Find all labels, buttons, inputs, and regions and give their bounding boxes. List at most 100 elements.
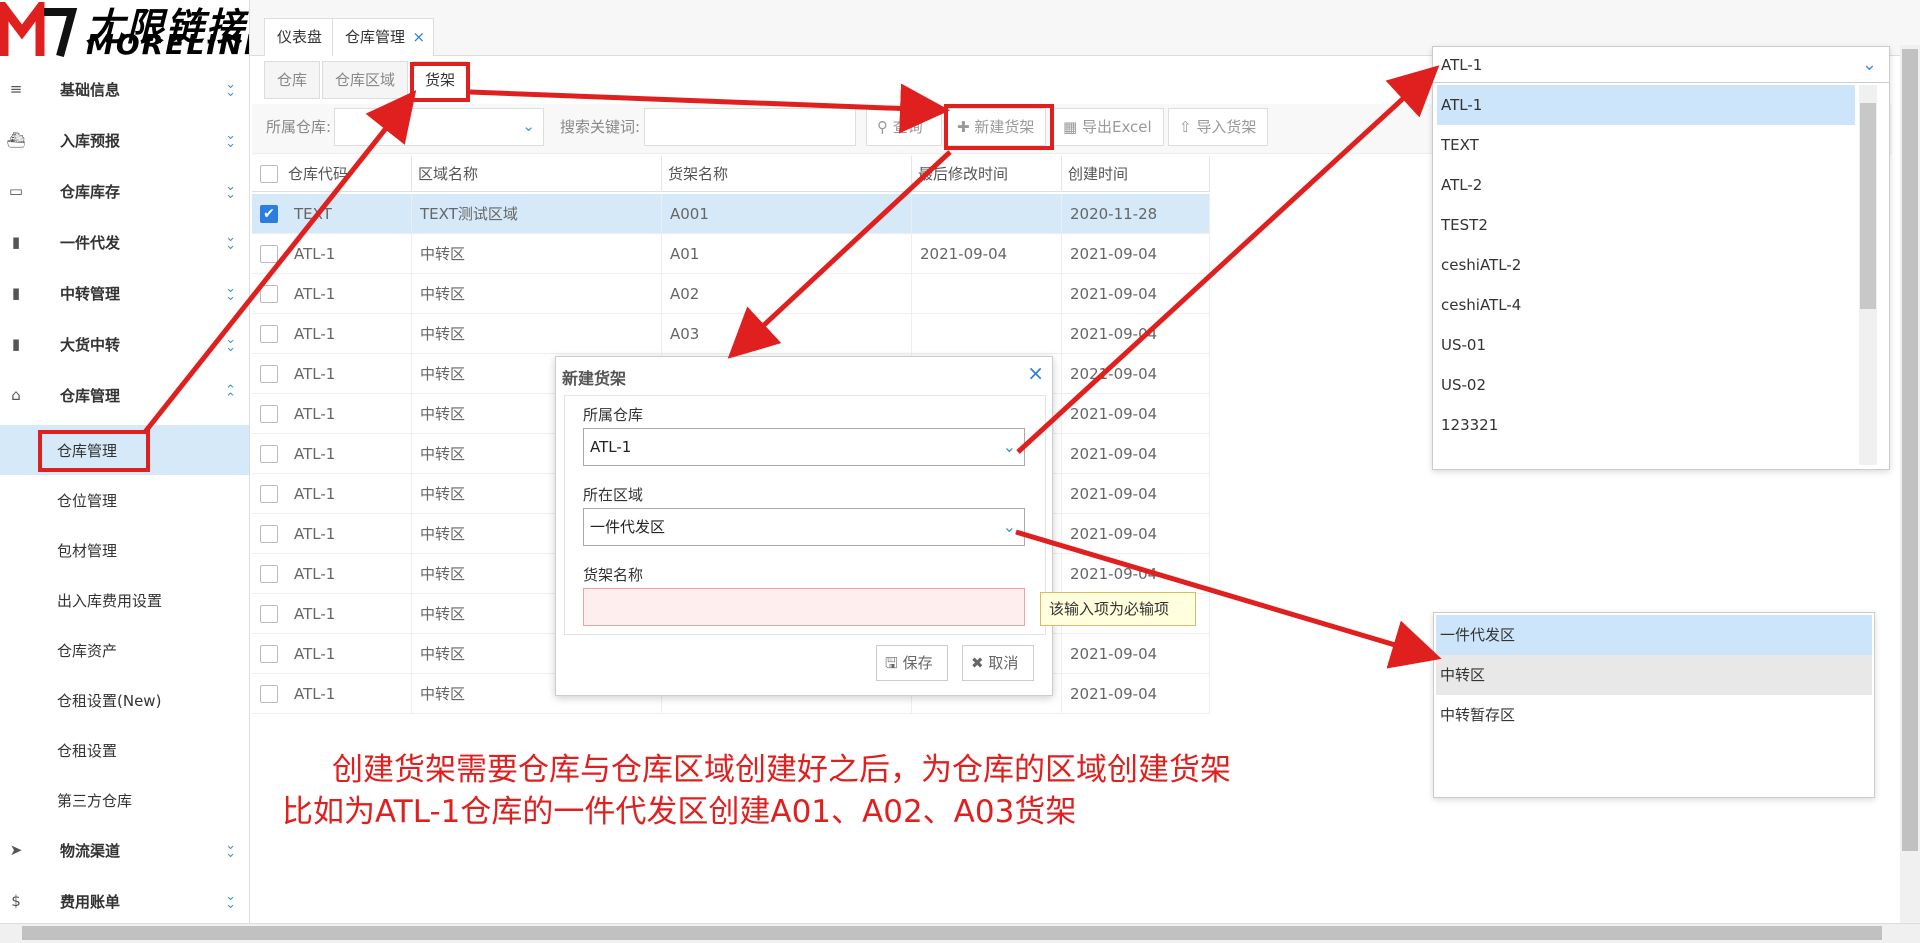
save-button[interactable]: 🖫 保存 xyxy=(876,645,948,681)
table-cell: 中转区 xyxy=(412,274,662,314)
sub-menu-item-6[interactable]: 仓租设置 xyxy=(0,725,249,775)
table-cell: 2021-09-04 xyxy=(1062,634,1210,674)
table-cell: ATL-1 xyxy=(286,514,412,554)
upload-icon: ⇧ xyxy=(1179,118,1192,136)
table-row[interactable]: ATL-1 中转区 A01 2021-09-04 2021-09-04 xyxy=(252,234,1210,274)
menu-item-5[interactable]: ▮ 大货中转 ⌄ ⌄ xyxy=(0,319,249,369)
sub-menu-item-1[interactable]: 仓位管理 xyxy=(0,475,249,525)
row-checkbox[interactable] xyxy=(260,365,278,383)
menu-item-1[interactable]: ⛴ 入库预报 ⌄ ⌄ xyxy=(0,115,249,165)
query-button[interactable]: ⚲ 查询 xyxy=(866,108,942,146)
row-checkbox[interactable] xyxy=(260,525,278,543)
table-row[interactable]: ✔ TEXT TEXT测试区域 A001 2020-11-28 xyxy=(252,194,1210,234)
row-checkbox[interactable] xyxy=(260,445,278,463)
dropdown-scrollbar[interactable] xyxy=(1859,85,1877,465)
chevron-icon: ⌄ ⌄ xyxy=(225,838,236,861)
ship-icon: ⛴ xyxy=(6,131,26,149)
menu-item-0[interactable]: ≡ 基础信息 ⌄ ⌄ xyxy=(0,64,249,114)
sub-menu-item-2[interactable]: 包材管理 xyxy=(0,525,249,575)
table-cell: 2020-11-28 xyxy=(1062,194,1210,234)
area-select[interactable]: 一件代发区 ⌄ xyxy=(583,508,1025,546)
row-checkbox[interactable] xyxy=(260,565,278,583)
truck-icon: ▮ xyxy=(11,284,21,302)
tab-dashboard[interactable]: 仪表盘 xyxy=(264,18,336,56)
warehouse-select[interactable]: ATL-1 ⌄ xyxy=(583,428,1025,466)
annotation-area: 创建货架需要仓库与仓库区域创建好之后，为仓库的区域创建货架 比如为ATL-1仓库… xyxy=(252,714,1398,908)
row-checkbox[interactable] xyxy=(260,485,278,503)
dropdown-scroll-thumb[interactable] xyxy=(1860,103,1876,309)
truck-icon: ▮ xyxy=(11,335,21,353)
row-checkbox[interactable] xyxy=(260,605,278,623)
required-tooltip: 该输入项为必输项 xyxy=(1040,592,1196,626)
row-checkbox[interactable] xyxy=(260,405,278,423)
table-cell: A03 xyxy=(662,314,912,354)
warehouse-option[interactable]: ATL-1 xyxy=(1437,85,1855,125)
warehouse-option[interactable]: 123321 xyxy=(1437,405,1855,445)
row-checkbox[interactable] xyxy=(260,645,278,663)
row-checkbox[interactable]: ✔ xyxy=(260,205,278,223)
menu-item-2[interactable]: ▭ 仓库库存 ⌄ ⌄ xyxy=(0,166,249,216)
header-shelf-name[interactable]: 货架名称 xyxy=(662,156,912,192)
export-label: 导出Excel xyxy=(1081,118,1152,136)
vertical-scrollbar[interactable] xyxy=(1900,45,1920,923)
chevron-icon: ⌃ ⌃ xyxy=(225,383,236,406)
sub-menu-item-7[interactable]: 第三方仓库 xyxy=(0,775,249,825)
warehouse-option[interactable]: US-02 xyxy=(1437,365,1855,405)
menu-item-4[interactable]: ▮ 中转管理 ⌄ ⌄ xyxy=(0,268,249,318)
dialog-close-icon[interactable]: × xyxy=(1027,361,1044,385)
warehouse-option[interactable]: ATL-2 xyxy=(1437,165,1855,205)
menu-item-6[interactable]: ⌂ 仓库管理 ⌃ ⌃ xyxy=(0,370,249,420)
area-option[interactable]: 中转暂存区 xyxy=(1436,695,1872,735)
warehouse-option[interactable]: ceshiATL-2 xyxy=(1437,245,1855,285)
chevron-down-icon: ⌄ xyxy=(1002,517,1016,536)
header-created-time[interactable]: 创建时间 xyxy=(1062,156,1210,192)
chevron-down-icon: ⌄ xyxy=(1861,54,1877,75)
warehouse-option[interactable]: ceshiATL-4 xyxy=(1437,285,1855,325)
table-cell: 2021-09-04 xyxy=(1062,394,1210,434)
brand-logo: 尢限链接 MORELINK xyxy=(0,0,249,61)
warehouse-dropdown-selected[interactable]: ATL-1 ⌄ xyxy=(1433,47,1889,83)
sub-menu-item-5[interactable]: 仓租设置(New) xyxy=(0,675,249,725)
warehouse-filter-select[interactable]: ⌄ xyxy=(334,108,544,146)
horizontal-scrollbar[interactable] xyxy=(0,923,1920,943)
dialog-title: 新建货架 xyxy=(562,369,627,388)
tab-warehouse[interactable]: 仓库管理 × xyxy=(332,18,435,56)
warehouse-option[interactable]: TEST2 xyxy=(1437,205,1855,245)
warehouse-option[interactable]: US-01 xyxy=(1437,325,1855,365)
warehouse-option[interactable]: TEXT xyxy=(1437,125,1855,165)
shelf-name-input[interactable] xyxy=(583,588,1025,626)
export-excel-button[interactable]: ▦ 导出Excel xyxy=(1052,108,1164,146)
table-cell: A001 xyxy=(662,194,912,234)
table-cell: TEXT xyxy=(286,194,412,234)
horizontal-scroll-thumb[interactable] xyxy=(22,926,1882,940)
menu-item-3[interactable]: ▮ 一件代发 ⌄ ⌄ xyxy=(0,217,249,267)
subtab-warehouse-area[interactable]: 仓库区域 xyxy=(322,61,409,99)
header-modified-time[interactable]: 最后修改时间 xyxy=(912,156,1062,192)
row-checkbox[interactable] xyxy=(260,285,278,303)
table-row[interactable]: ATL-1 中转区 A03 2021-09-04 xyxy=(252,314,1210,354)
area-option[interactable]: 一件代发区 xyxy=(1436,615,1872,655)
keyword-input[interactable] xyxy=(644,108,856,146)
table-cell: 中转区 xyxy=(412,234,662,274)
menu-item-bottom-0[interactable]: ➤ 物流渠道 ⌄ ⌄ xyxy=(0,825,249,875)
save-label: 保存 xyxy=(902,654,933,672)
sub-menu-item-3[interactable]: 出入库费用设置 xyxy=(0,575,249,625)
header-area-name[interactable]: 区域名称 xyxy=(412,156,662,192)
sub-menu-item-4[interactable]: 仓库资产 xyxy=(0,625,249,675)
area-option[interactable]: 中转区 xyxy=(1436,655,1872,695)
row-checkbox[interactable] xyxy=(260,325,278,343)
header-warehouse-code[interactable]: 仓库代码 xyxy=(286,156,412,192)
row-checkbox[interactable] xyxy=(260,245,278,263)
subtab-warehouse[interactable]: 仓库 xyxy=(264,61,321,99)
import-shelf-button[interactable]: ⇧ 导入货架 xyxy=(1168,108,1268,146)
row-checkbox[interactable] xyxy=(260,685,278,703)
vertical-scroll-thumb[interactable] xyxy=(1902,49,1918,851)
cancel-button[interactable]: ✖ 取消 xyxy=(962,645,1034,681)
chevron-icon: ⌄ ⌄ xyxy=(225,230,236,253)
table-row[interactable]: ATL-1 中转区 A02 2021-09-04 xyxy=(252,274,1210,314)
table-cell xyxy=(912,314,1062,354)
select-all-checkbox[interactable] xyxy=(260,165,278,183)
menu-item-bottom-1[interactable]: $ 费用账单 ⌄ ⌄ xyxy=(0,876,249,926)
menu-label: 费用账单 xyxy=(60,892,121,911)
close-icon[interactable]: × xyxy=(412,19,425,55)
